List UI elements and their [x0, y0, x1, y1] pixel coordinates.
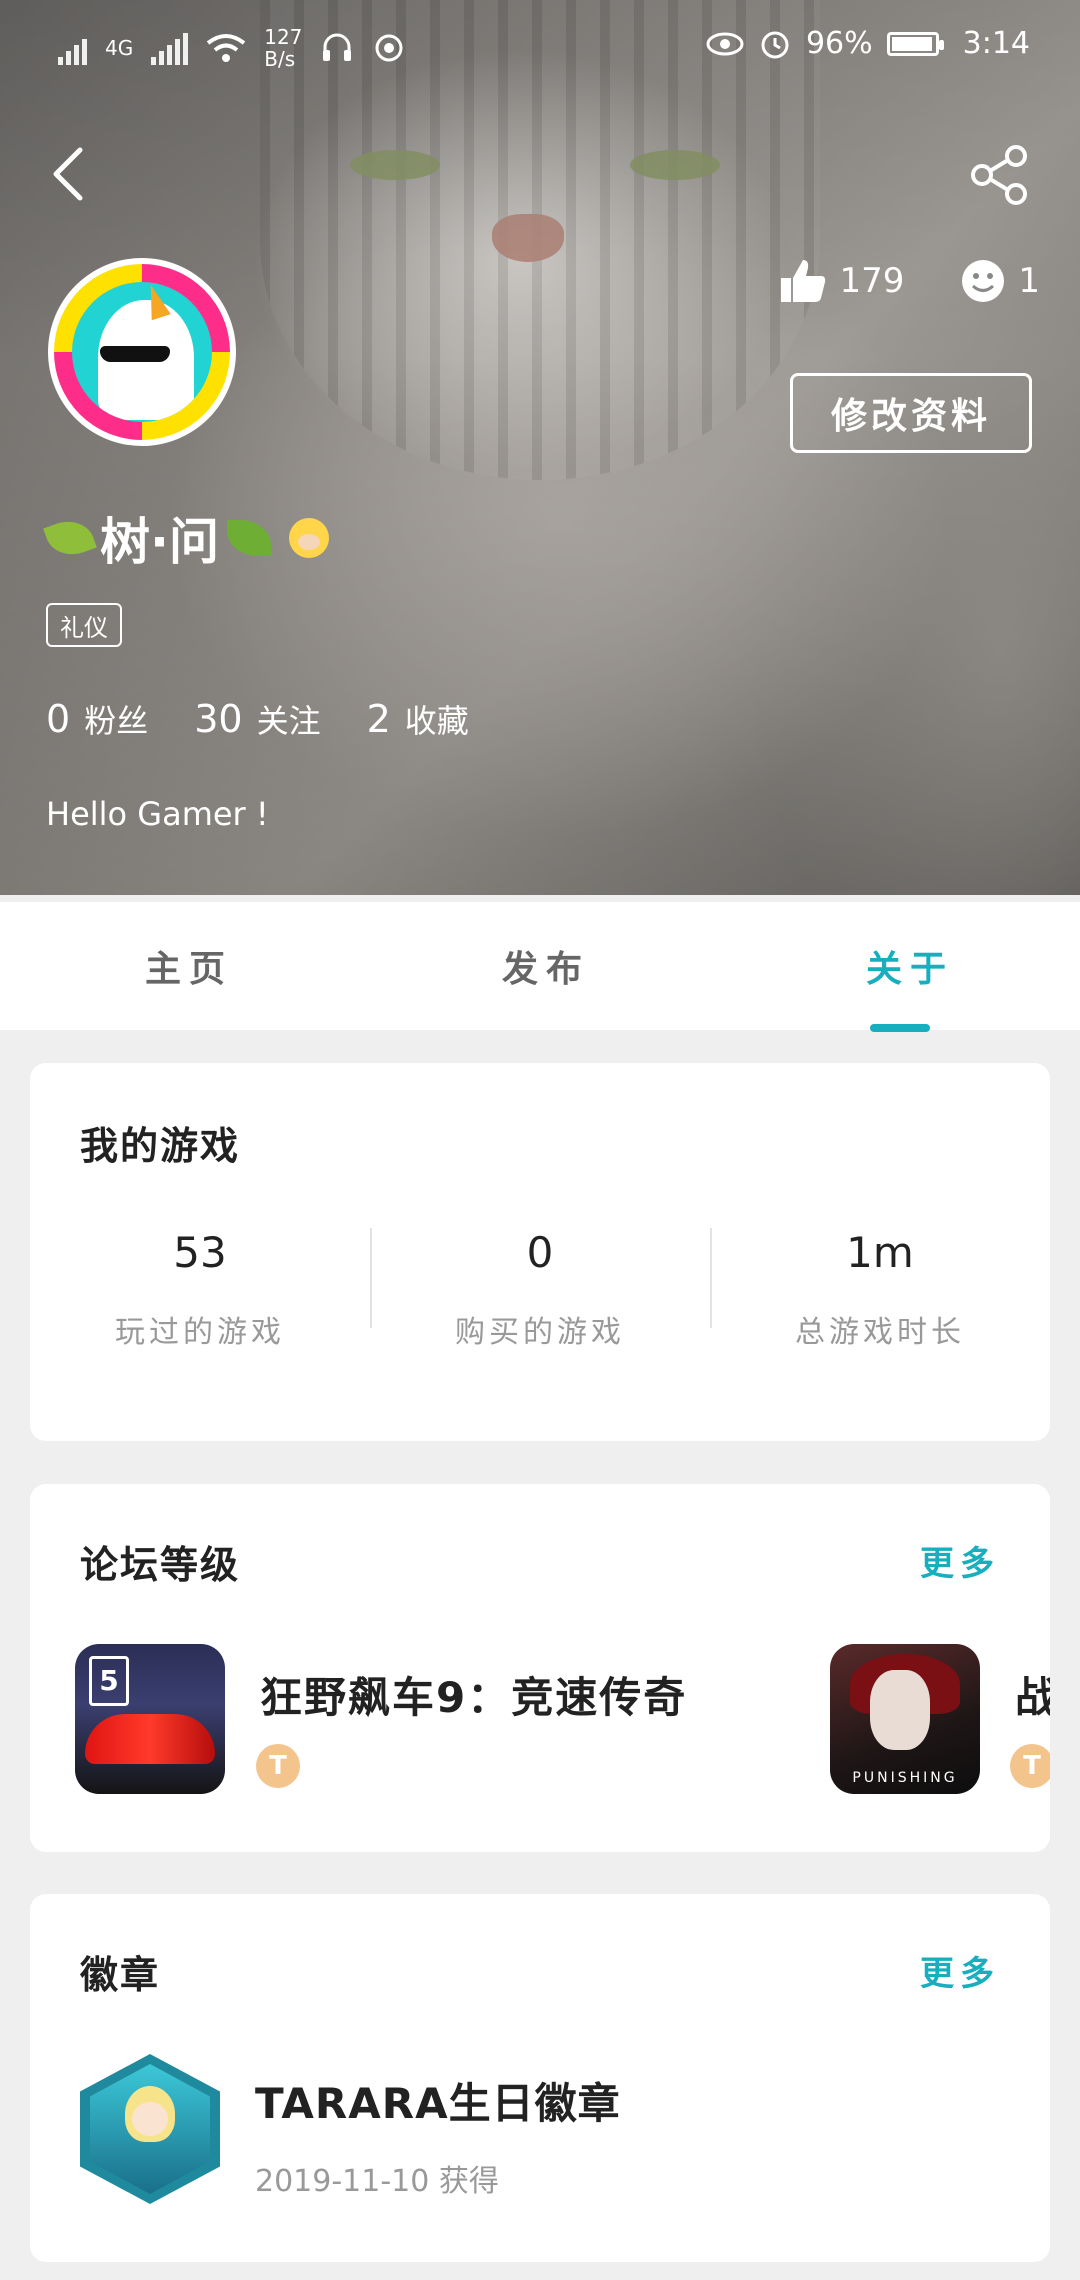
badges-title: 徽章	[80, 1953, 161, 1997]
my-games-stats: 53 玩过的游戏 0 购买的游戏 1m 总游戏时长	[30, 1228, 1050, 1368]
alarm-icon	[761, 31, 789, 58]
network-speed: 127 B/s	[264, 25, 303, 71]
following-stat[interactable]: 30 关注	[194, 696, 320, 742]
badges-card: 徽章 更多 TARARA生日徽章 2019-11-10 获得	[30, 1894, 1050, 2262]
punishing-game-icon[interactable]: PUNISHING	[830, 1644, 980, 1794]
badge-date: 2019-11-10 获得	[255, 2164, 499, 2199]
headset-icon	[323, 33, 352, 61]
forum-level-badge: T	[1010, 1744, 1050, 1788]
likes-count: 179	[839, 261, 905, 301]
tab-home[interactable]: 主页	[145, 940, 233, 992]
battery-icon	[886, 31, 944, 56]
username: 树·问	[100, 513, 219, 571]
badge-name[interactable]: TARARA生日徽章	[255, 2070, 621, 2131]
forum-level-badge: T	[256, 1744, 300, 1788]
unicorn-avatar-image	[72, 282, 212, 422]
forum-level-card: 论坛等级 更多 5 狂野飙车9：竞速传奇 T PUNISHING 战 T	[30, 1484, 1050, 1852]
status-bar: 4G 127 B/s 96% 3:14	[0, 0, 1080, 90]
play-time-stat[interactable]: 1m 总游戏时长	[710, 1228, 1050, 1368]
battery-percent: 96%	[805, 26, 873, 61]
forum-level-title: 论坛等级	[80, 1543, 241, 1587]
likes-group[interactable]: 179	[779, 258, 904, 304]
active-tab-indicator	[870, 1024, 930, 1032]
tarara-badge-icon[interactable]	[80, 2054, 220, 2204]
tab-about[interactable]: 关于	[866, 940, 954, 992]
forum-game-name[interactable]: 狂野飙车9：竞速传奇	[260, 1664, 687, 1725]
leaf-emoji-icon	[43, 513, 97, 563]
follow-stats: 0 粉丝 30 关注 2 收藏	[46, 696, 469, 742]
share-icon[interactable]	[968, 144, 1030, 206]
profile-tabs: 主页 发布 关于	[0, 902, 1080, 1032]
signal-icon-2	[151, 31, 189, 65]
edit-profile-button[interactable]: 修改资料	[790, 373, 1032, 453]
profile-reactions: 179 1	[779, 258, 1040, 304]
my-games-card: 我的游戏 53 玩过的游戏 0 购买的游戏 1m 总游戏时长	[30, 1063, 1050, 1441]
back-icon[interactable]	[48, 146, 88, 202]
username-row: 树·问	[43, 502, 329, 574]
tab-posts[interactable]: 发布	[502, 940, 590, 992]
avatar-ring	[54, 264, 230, 440]
visitors-count: 1	[1018, 261, 1040, 301]
avatar[interactable]	[48, 258, 236, 446]
fans-stat[interactable]: 0 粉丝	[46, 696, 148, 742]
forum-more-link[interactable]: 更多	[920, 1536, 1000, 1585]
thumbs-up-icon	[781, 260, 826, 302]
sync-icon	[375, 34, 403, 62]
wifi-icon	[207, 34, 246, 62]
badges-more-link[interactable]: 更多	[920, 1946, 1000, 1995]
user-tag: 礼仪	[46, 603, 122, 647]
level-avatar-icon	[289, 518, 329, 558]
eye-icon	[706, 32, 744, 55]
user-bio: Hello Gamer !	[46, 795, 269, 833]
played-games-stat[interactable]: 53 玩过的游戏	[30, 1228, 370, 1368]
signal-icon	[58, 31, 87, 65]
smile-icon	[962, 260, 1005, 302]
forum-game-name[interactable]: 战	[1015, 1664, 1050, 1725]
purchased-games-stat[interactable]: 0 购买的游戏	[370, 1228, 710, 1368]
visitors-group[interactable]: 1	[960, 258, 1040, 304]
battery-level	[891, 36, 932, 51]
clock: 3:14	[962, 26, 1030, 61]
collect-stat[interactable]: 2 收藏	[367, 696, 469, 742]
network-type: 4G	[105, 36, 134, 60]
herb-emoji-icon	[227, 520, 271, 556]
forum-level-list[interactable]: 5 狂野飙车9：竞速传奇 T PUNISHING 战 T	[30, 1644, 1050, 1804]
my-games-title: 我的游戏	[80, 1124, 241, 1168]
asphalt-game-icon[interactable]: 5	[75, 1644, 225, 1794]
